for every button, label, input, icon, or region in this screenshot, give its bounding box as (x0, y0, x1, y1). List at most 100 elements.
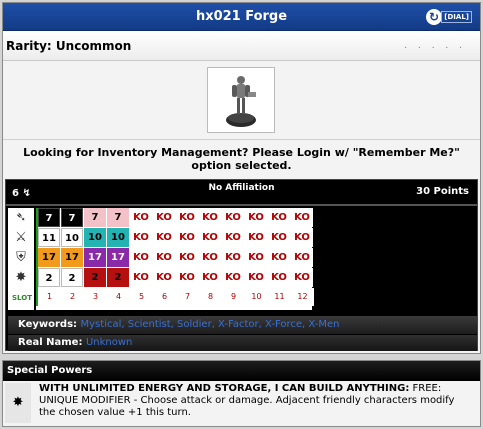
keyword-link[interactable]: X-Factor, (215, 319, 262, 330)
slot-number: 10 (251, 292, 262, 301)
dial-cell: KO (130, 228, 152, 247)
dial-grid: 7 7 7 7 KO KO KO KO KO KO KO KO 11 10 10 10 KO KO KO KO KO KO… (36, 208, 314, 306)
dial-cell: KO (153, 248, 175, 267)
dial-cell: 10 (107, 228, 129, 247)
dial-cell: 10 (61, 228, 83, 247)
wrench-burst-icon: ✸ (5, 383, 31, 423)
slot-number: 3 (92, 292, 99, 301)
damage-icon: ✸ (15, 270, 27, 285)
special-power-text: WITH UNLIMITED ENERGY AND STORAGE, I CAN… (39, 383, 469, 419)
dial-cell: KO (268, 248, 290, 267)
dial-cell: KO (222, 248, 244, 267)
dial-cell: KO (268, 228, 290, 247)
dial-cell: KO (268, 268, 290, 287)
keyword-link[interactable]: Soldier, (174, 319, 215, 330)
dial-cell: KO (176, 268, 198, 287)
dial-cell: KO (222, 228, 244, 247)
dial-cell: KO (199, 268, 221, 287)
dial-cell: KO (199, 248, 221, 267)
dial-cell: 10 (84, 228, 106, 247)
dial-cell: 7 (107, 208, 129, 227)
power-name: WITH UNLIMITED ENERGY AND STORAGE, I CAN… (39, 383, 410, 394)
slot-number: 5 (138, 292, 145, 301)
dial-cell: 17 (38, 248, 60, 267)
slot-number: 11 (274, 292, 285, 301)
slot-number: 2 (69, 292, 76, 301)
dial-cell: KO (245, 248, 267, 267)
rarity-row: Rarity: Uncommon . . . . . (3, 31, 480, 61)
dial-cell: KO (291, 208, 313, 227)
slot-number: 8 (207, 292, 214, 301)
dial-cell: KO (176, 248, 198, 267)
inventory-message: Looking for Inventory Management? Please… (3, 139, 480, 179)
dial-row: 7 7 7 7 KO KO KO KO KO KO KO KO (38, 208, 314, 228)
dial-cell: KO (199, 208, 221, 227)
dial-cell: KO (176, 208, 198, 227)
dial-row: 17 17 17 17 KO KO KO KO KO KO KO KO (38, 248, 314, 268)
keyword-link[interactable]: Mystical, (81, 319, 125, 330)
point-value: 30 Points (416, 186, 469, 197)
slot-number: 1 (46, 292, 53, 301)
special-powers-panel: Special Powers ✸ WITH UNLIMITED ENERGY A… (2, 360, 481, 427)
dial-cell: KO (130, 248, 152, 267)
slot-number: 6 (161, 292, 168, 301)
keywords-label: Keywords: (18, 319, 78, 330)
figure-panel: hx021 Forge ↻ [DIAL] Rarity: Uncommon . … (2, 2, 481, 354)
keywords-row: Keywords: Mystical, Scientist, Soldier, … (8, 316, 477, 334)
dial-cell: KO (245, 268, 267, 287)
slot-label: SLOT (12, 294, 32, 302)
figure-area (3, 61, 480, 139)
special-power: ✸ WITH UNLIMITED ENERGY AND STORAGE, I C… (3, 381, 480, 426)
dial-cell: 2 (61, 268, 83, 287)
dial-cell: KO (176, 228, 198, 247)
attack-icon: ⚔ (15, 230, 27, 245)
dial-header: 6 ↯ No Affiliation 30 Points (6, 180, 477, 206)
figure-icon (226, 76, 256, 127)
real-name-row: Real Name: Unknown (8, 335, 477, 351)
dial-cell: KO (153, 208, 175, 227)
dial-cell: 17 (84, 248, 106, 267)
slot-number: 7 (184, 292, 191, 301)
slot-numbers: 1 2 3 4 5 6 7 8 9 10 11 12 (38, 288, 314, 306)
dial-cell: KO (268, 208, 290, 227)
dial-cell: 17 (61, 248, 83, 267)
dial-cell: KO (245, 228, 267, 247)
combat-dial: 6 ↯ No Affiliation 30 Points ➴ ⚔ ⛨ ✸ SLO… (5, 179, 478, 351)
real-name-value[interactable]: Unknown (86, 337, 132, 348)
dial-row: 2 2 2 2 KO KO KO KO KO KO KO KO (38, 268, 314, 288)
affiliation: No Affiliation (208, 183, 275, 193)
keyword-link[interactable]: Scientist, (125, 319, 174, 330)
rating-dots: . . . . . (404, 41, 466, 51)
dial-row: 11 10 10 10 KO KO KO KO KO KO KO KO (38, 228, 314, 248)
dial-cell: 7 (38, 208, 60, 227)
real-name-label: Real Name: (18, 337, 83, 348)
slot-number: 9 (230, 292, 237, 301)
dial-cell: KO (130, 268, 152, 287)
dial-cell: 2 (107, 268, 129, 287)
refresh-icon[interactable]: ↻ (426, 9, 442, 25)
dial-cell: 2 (84, 268, 106, 287)
slot-number: 4 (115, 292, 122, 301)
page-title: hx021 Forge (195, 9, 288, 24)
keyword-link[interactable]: X-Force, (262, 319, 305, 330)
dial-cell: KO (291, 248, 313, 267)
dial-button[interactable]: [DIAL] (441, 11, 472, 23)
dial-cell: KO (291, 228, 313, 247)
rarity-label: Rarity: Uncommon (6, 39, 132, 53)
dial-cell: KO (153, 228, 175, 247)
figure-image[interactable] (207, 67, 275, 133)
slot-number: 12 (297, 292, 308, 301)
defense-icon: ⛨ (16, 250, 26, 265)
title-bar: hx021 Forge ↻ [DIAL] (3, 3, 480, 31)
dial-cell: KO (222, 268, 244, 287)
dial-cell: KO (153, 268, 175, 287)
dial-cell: 7 (84, 208, 106, 227)
dial-cell: 2 (38, 268, 60, 287)
speed-icon: ➴ (15, 210, 27, 225)
dial-cell: 17 (107, 248, 129, 267)
dial-cell: KO (199, 228, 221, 247)
dial-cell: KO (222, 208, 244, 227)
keyword-link[interactable]: X-Men (305, 319, 339, 330)
keywords-list: Mystical, Scientist, Soldier, X-Factor, … (81, 319, 340, 330)
dial-cell: KO (130, 208, 152, 227)
